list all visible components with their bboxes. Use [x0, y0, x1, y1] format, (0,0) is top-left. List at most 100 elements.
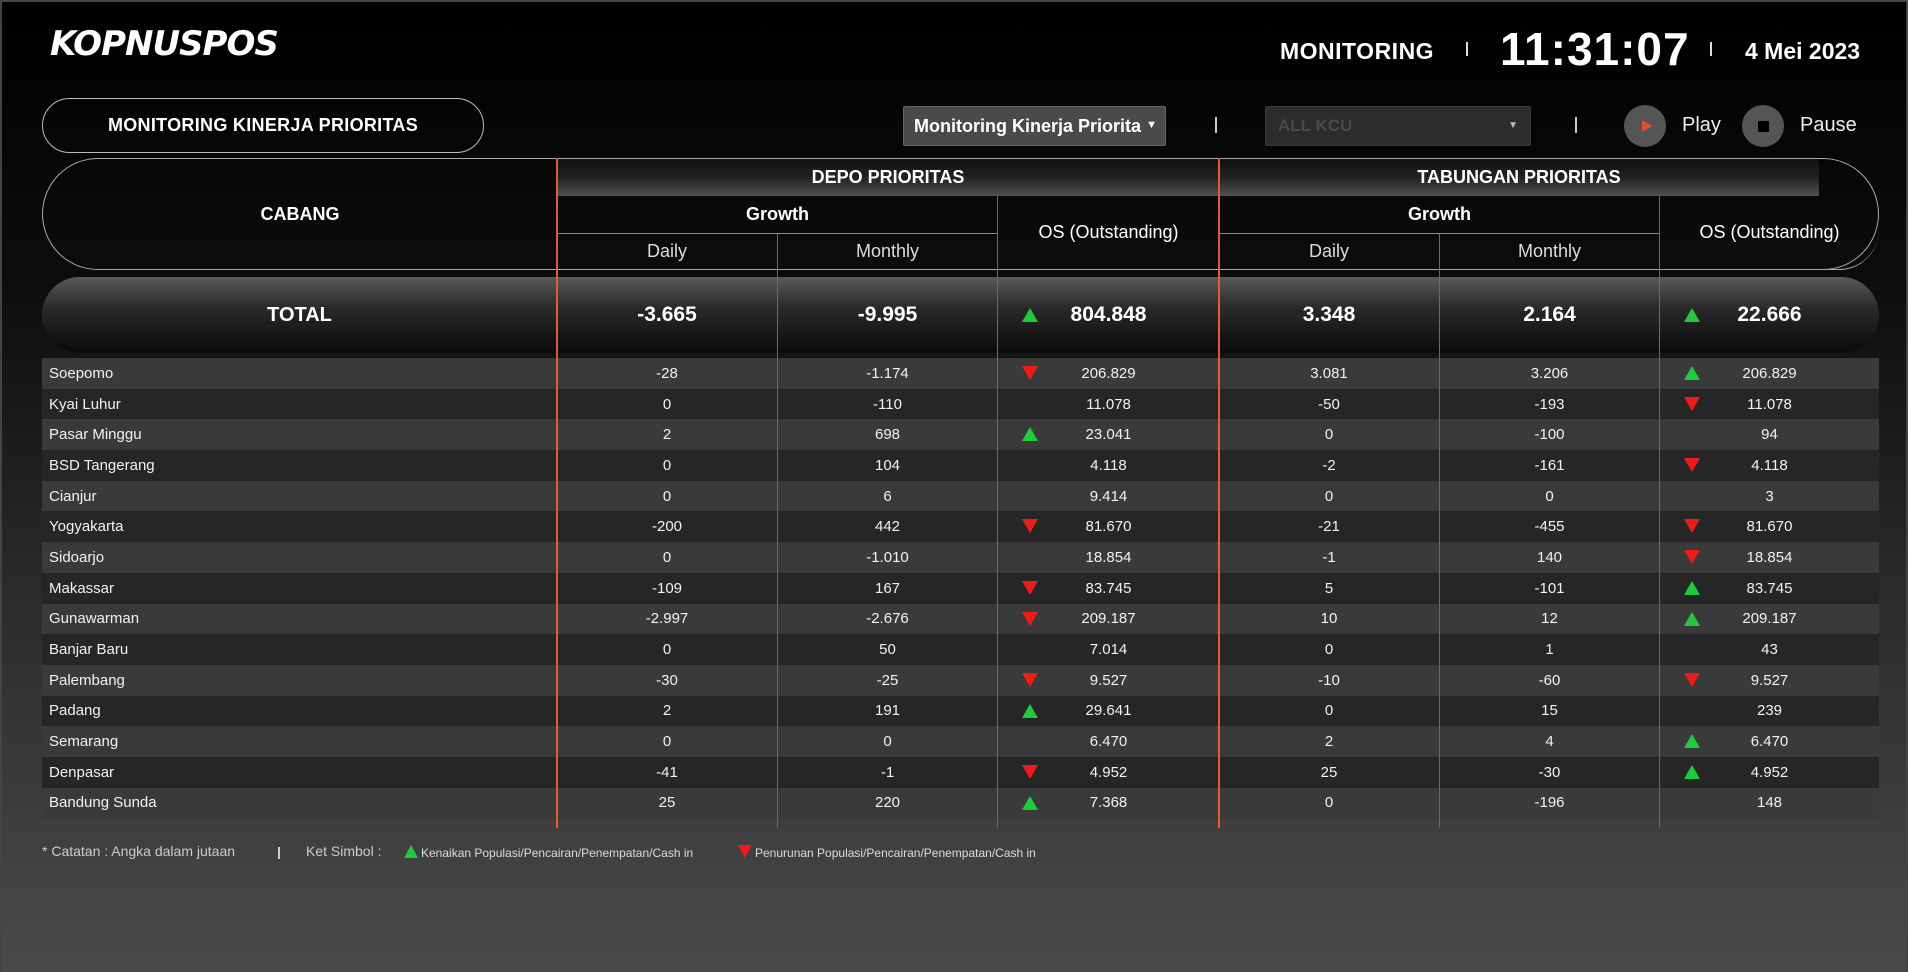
trend-up-icon: [1022, 703, 1038, 718]
tab-monthly-value-text: -100: [1534, 426, 1565, 444]
controls-divider: [1215, 117, 1217, 133]
depo-monthly-value-text: 167: [874, 579, 901, 597]
trend-down-icon: [1022, 611, 1038, 626]
trend-down-icon: [738, 845, 752, 858]
branch-name-text: Makassar: [49, 579, 115, 597]
tab-monthly-value-text: 1: [1545, 641, 1554, 659]
tab-os-value: 18.854: [1660, 542, 1879, 573]
branch-name: BSD Tangerang: [42, 450, 557, 481]
tab-daily-value: -1: [1219, 542, 1439, 573]
depo-os-value: 4.952: [998, 757, 1219, 788]
pause-button[interactable]: [1742, 105, 1784, 147]
play-label[interactable]: Play: [1682, 114, 1721, 137]
depo-monthly-value-text: -110: [873, 395, 902, 413]
branch-name: Kyai Luhur: [42, 389, 557, 420]
branch-name: Sidoarjo: [42, 542, 557, 573]
branch-name: Semarang: [42, 726, 557, 757]
depo-os-value-text: 7.014: [1089, 641, 1128, 659]
tab-os-value-text: 6.470: [1750, 733, 1789, 751]
kcu-select-value: ALL KCU: [1278, 116, 1353, 135]
tab-daily-value-text: 0: [1324, 641, 1334, 659]
tab-daily-value-text: 10: [1320, 610, 1338, 628]
depo-daily-value: 2: [557, 419, 777, 450]
tab-daily-value-text: 0: [1324, 702, 1334, 720]
tab-os-value-text: 209.187: [1742, 610, 1797, 628]
depo-monthly-value-text: 50: [879, 641, 896, 659]
legend-down: Penurunan Populasi/Pencairan/Penempatan/…: [738, 845, 1036, 860]
tab-daily-value-text: 0: [1324, 794, 1334, 812]
tab-monthly-value-text: 3.206: [1530, 364, 1569, 382]
trend-down-icon: [1022, 366, 1038, 380]
tab-os-value-text: 43: [1761, 641, 1778, 659]
depo-daily-value: 0: [557, 542, 777, 573]
depo-daily-value: 0: [557, 389, 777, 420]
total-depo-daily: -3.665: [637, 303, 697, 326]
footer: * Catatan : Angka dalam jutaan Ket Simbo…: [42, 843, 1036, 860]
depo-os-value: 83.745: [998, 573, 1219, 604]
branch-name: Makassar: [42, 573, 557, 604]
play-button[interactable]: [1624, 105, 1666, 147]
branch-name: Soepomo: [42, 358, 557, 389]
tab-monthly-value: 15: [1439, 696, 1660, 727]
tab-monthly-value-text: 140: [1536, 548, 1563, 566]
trend-down-icon: [1022, 764, 1038, 779]
view-select-value: Monitoring Kinerja Priorita: [914, 115, 1142, 136]
depo-os-value-text: 6.470: [1089, 733, 1128, 751]
total-depo-os: 804.848: [998, 277, 1219, 353]
tab-monthly-value-text: 0: [1545, 487, 1554, 505]
depo-monthly-value-text: -1.010: [866, 548, 909, 566]
depo-daily-value: 0: [557, 450, 777, 481]
tab-daily-value-text: -21: [1318, 518, 1340, 536]
depo-daily-value-text: 0: [662, 641, 672, 659]
trend-up-icon: [1684, 734, 1700, 749]
table-row: Cianjur 0 6 9.414 0 0 3: [42, 480, 1879, 512]
depo-monthly-value-text: 6: [883, 487, 892, 505]
total-tab-monthly: 2.164: [1523, 303, 1576, 326]
tab-daily-value: 25: [1219, 757, 1439, 788]
tab-monthly-value-text: -161: [1534, 456, 1565, 474]
tab-os-value: 4.952: [1660, 757, 1879, 788]
brand-logo: KOPNUSPOS: [50, 24, 279, 64]
tab-os-value-text: 239: [1756, 702, 1783, 720]
tab-monthly-value: 4: [1439, 726, 1660, 757]
depo-os-value: 7.368: [998, 788, 1219, 819]
depo-daily-value: -2.997: [557, 604, 777, 635]
table-row: BSD Tangerang 0 104 4.118 -2 -161 4.118: [42, 450, 1879, 481]
depo-os-value: 18.854: [998, 542, 1219, 573]
depo-monthly-value-text: 442: [874, 518, 901, 536]
depo-daily-header: Daily: [557, 234, 777, 270]
footer-note: * Catatan : Angka dalam jutaan: [42, 843, 236, 859]
depo-monthly-value: 167: [777, 573, 998, 604]
tab-daily-value: 3.081: [1219, 358, 1439, 389]
view-select[interactable]: Monitoring Kinerja Priorita ▼: [903, 106, 1166, 146]
depo-monthly-value: 6: [777, 481, 998, 512]
depo-monthly-value-text: -25: [876, 671, 899, 689]
depo-os-value: 11.078: [998, 389, 1219, 420]
table-row: Soepomo -28 -1.174 206.829 3.081 3.206 206.829: [42, 358, 1879, 389]
depo-daily-value: -200: [557, 511, 777, 542]
header-divider: [1710, 42, 1712, 56]
depo-daily-value-text: 0: [662, 456, 672, 474]
depo-daily-value-text: -2.997: [645, 610, 689, 628]
total-tab-os-value: 22.666: [1737, 303, 1802, 326]
tabungan-daily-header: Daily: [1219, 234, 1439, 270]
tab-daily-value: -21: [1219, 511, 1439, 542]
depo-os-value-text: 209.187: [1081, 610, 1136, 628]
tab-os-value-text: 9.527: [1750, 671, 1789, 689]
depo-os-value-text: 9.527: [1089, 671, 1128, 689]
depo-os-value-text: 4.952: [1089, 763, 1128, 781]
kcu-select[interactable]: ALL KCU ▼: [1265, 106, 1531, 146]
legend-up: Kenaikan Populasi/Pencairan/Penempatan/C…: [404, 845, 693, 860]
depo-monthly-value: -1.174: [777, 358, 998, 389]
depo-daily-value: 0: [557, 726, 777, 757]
trend-down-icon: [1022, 672, 1038, 687]
branch-name-text: Gunawarman: [49, 610, 140, 628]
tabungan-monthly-header: Monthly: [1439, 234, 1660, 270]
tab-monthly-value-text: -101: [1534, 579, 1565, 597]
pause-label[interactable]: Pause: [1800, 114, 1857, 137]
tab-os-value: 3: [1660, 481, 1879, 512]
depo-os-value-text: 11.078: [1086, 395, 1131, 413]
trend-up-icon: [1022, 308, 1038, 322]
tabungan-prioritas-header: TABUNGAN PRIORITAS: [1219, 158, 1819, 196]
trend-up-icon: [1684, 611, 1700, 626]
